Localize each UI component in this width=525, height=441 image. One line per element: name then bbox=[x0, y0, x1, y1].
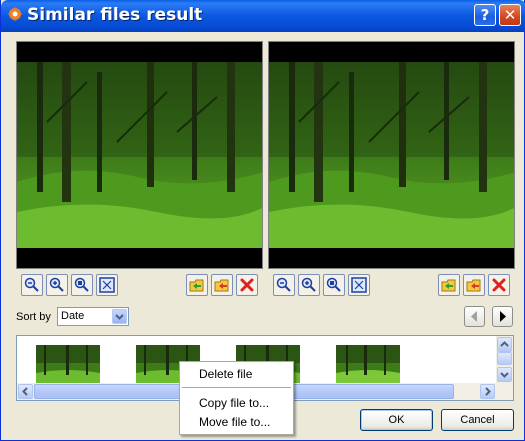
delete-icon bbox=[240, 278, 254, 292]
right-zoom-actual-button[interactable] bbox=[323, 274, 345, 296]
menu-separator bbox=[182, 387, 291, 388]
open-folder-icon bbox=[189, 279, 204, 292]
chevron-down-icon bbox=[115, 314, 124, 320]
close-button[interactable]: ✕ bbox=[499, 4, 521, 26]
sort-value: Date bbox=[61, 310, 85, 322]
forest-image bbox=[269, 62, 514, 248]
vertical-scrollbar[interactable] bbox=[496, 336, 513, 383]
zoom-out-icon bbox=[276, 277, 291, 292]
similar-files-window: Similar files result ? ✕ Sort by Date OK… bbox=[0, 0, 525, 441]
zoom-actual-icon bbox=[74, 277, 89, 292]
right-copy-folder-button[interactable] bbox=[463, 274, 485, 296]
zoom-in-icon bbox=[301, 277, 316, 292]
copy-folder-icon bbox=[214, 279, 229, 292]
open-folder-icon bbox=[441, 279, 456, 292]
right-fit-window-button[interactable] bbox=[348, 274, 370, 296]
left-delete-button[interactable] bbox=[236, 274, 258, 296]
zoom-in-icon bbox=[49, 277, 64, 292]
chevron-down-icon bbox=[500, 372, 509, 378]
chevron-up-icon bbox=[500, 341, 509, 347]
left-copy-folder-button[interactable] bbox=[211, 274, 233, 296]
dropdown-button[interactable] bbox=[112, 309, 127, 324]
scroll-right-button[interactable] bbox=[480, 384, 495, 399]
copy-folder-icon bbox=[466, 279, 481, 292]
scroll-up-button[interactable] bbox=[497, 337, 512, 352]
ok-button[interactable]: OK bbox=[360, 409, 433, 431]
arrow-left-icon bbox=[471, 311, 477, 322]
scroll-down-button[interactable] bbox=[497, 367, 512, 382]
menu-item-move-file[interactable]: Move file to... bbox=[180, 413, 293, 431]
thumbnail[interactable] bbox=[36, 345, 100, 385]
chevron-right-icon bbox=[485, 387, 491, 396]
right-open-folder-button[interactable] bbox=[438, 274, 460, 296]
left-image-preview bbox=[16, 41, 263, 269]
left-open-folder-button[interactable] bbox=[186, 274, 208, 296]
menu-item-delete-file[interactable]: Delete file bbox=[180, 365, 293, 383]
fit-window-icon bbox=[351, 277, 367, 293]
delete-icon bbox=[492, 278, 506, 292]
zoom-actual-icon bbox=[326, 277, 341, 292]
title-bar[interactable]: Similar files result ? ✕ bbox=[1, 0, 525, 32]
fit-window-icon bbox=[99, 277, 115, 293]
left-zoom-actual-button[interactable] bbox=[71, 274, 93, 296]
right-delete-button[interactable] bbox=[488, 274, 510, 296]
right-image-preview bbox=[268, 41, 515, 269]
thumbnail[interactable] bbox=[336, 345, 400, 385]
context-menu: Delete file Copy file to... Move file to… bbox=[179, 361, 294, 435]
sort-select[interactable]: Date bbox=[57, 307, 129, 326]
forest-image bbox=[17, 62, 262, 248]
left-fit-window-button[interactable] bbox=[96, 274, 118, 296]
zoom-out-icon bbox=[24, 277, 39, 292]
sort-label: Sort by bbox=[16, 311, 51, 323]
arrow-right-icon bbox=[500, 311, 506, 322]
window-title: Similar files result bbox=[27, 5, 203, 25]
scroll-thumb[interactable] bbox=[497, 352, 512, 365]
chevron-left-icon bbox=[22, 387, 28, 396]
previous-button[interactable] bbox=[464, 306, 485, 327]
left-zoom-in-button[interactable] bbox=[46, 274, 68, 296]
next-button[interactable] bbox=[492, 306, 513, 327]
help-button[interactable]: ? bbox=[474, 4, 496, 26]
menu-item-copy-file[interactable]: Copy file to... bbox=[180, 394, 293, 412]
left-zoom-out-button[interactable] bbox=[21, 274, 43, 296]
cancel-button[interactable]: Cancel bbox=[441, 409, 514, 431]
right-zoom-in-button[interactable] bbox=[298, 274, 320, 296]
right-zoom-out-button[interactable] bbox=[273, 274, 295, 296]
app-icon bbox=[7, 6, 23, 22]
scroll-left-button[interactable] bbox=[18, 384, 33, 399]
